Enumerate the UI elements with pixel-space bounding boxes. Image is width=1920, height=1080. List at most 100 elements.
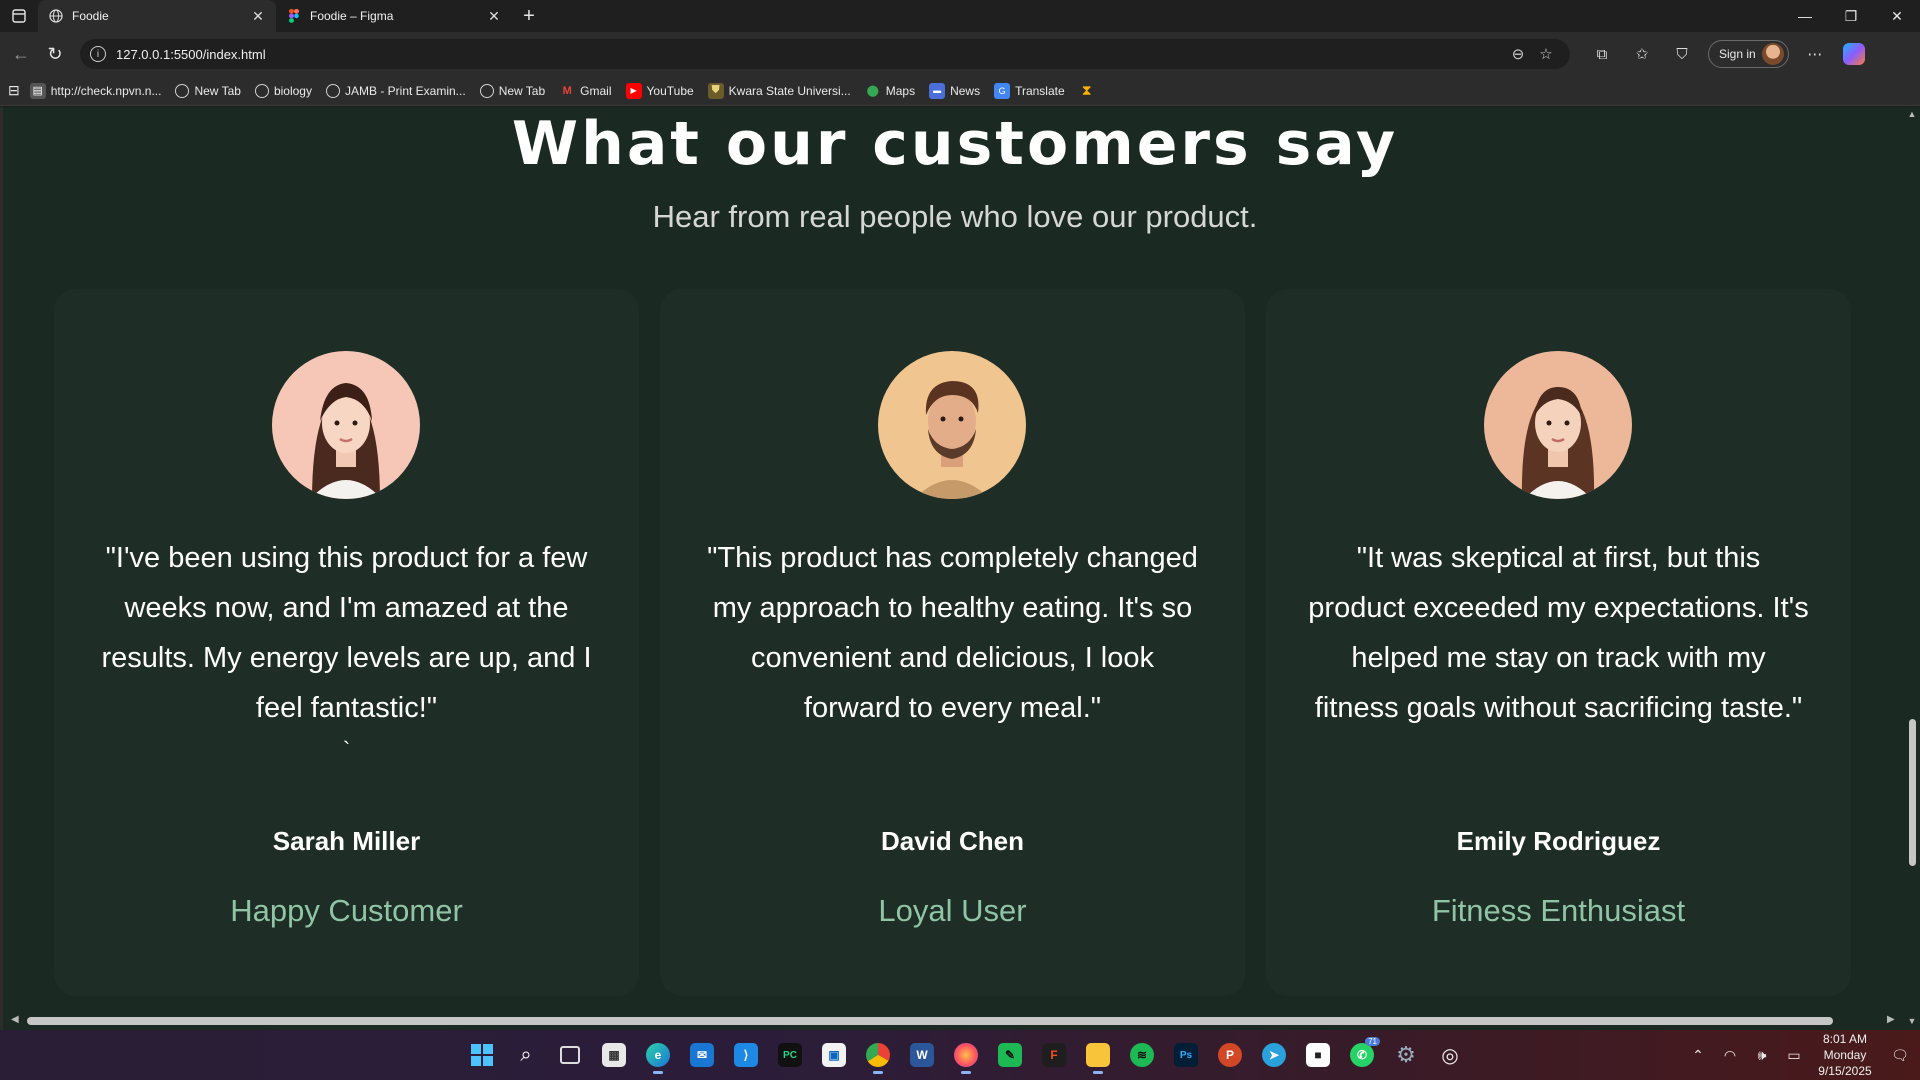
file-explorer-taskbar-app[interactable] bbox=[1076, 1035, 1120, 1075]
notification-center-icon[interactable]: 🗨 bbox=[1880, 1047, 1920, 1064]
testimonial-card: "I've been using this product for a few … bbox=[54, 289, 639, 996]
reader-icon[interactable]: ⊖ bbox=[1504, 45, 1532, 63]
bookmark-label: New Tab bbox=[498, 83, 546, 98]
powerpoint-taskbar-app[interactable]: P bbox=[1208, 1035, 1252, 1075]
horizontal-scroll-thumb[interactable] bbox=[27, 1017, 1833, 1025]
more-menu-icon[interactable]: ⋯ bbox=[1795, 45, 1835, 63]
store-taskbar-app[interactable]: ▣ bbox=[812, 1035, 856, 1075]
whatsapp-taskbar-app[interactable]: ✆ 71 bbox=[1340, 1035, 1384, 1075]
bookmark-item[interactable]: biology bbox=[254, 83, 312, 98]
customer-avatar bbox=[272, 351, 420, 499]
scroll-right-arrow-icon[interactable]: ▶ bbox=[1887, 1014, 1895, 1025]
bookmark-item[interactable]: M Gmail bbox=[559, 83, 612, 99]
battery-icon[interactable]: ▭ bbox=[1778, 1047, 1810, 1064]
scroll-left-arrow-icon[interactable]: ◀ bbox=[11, 1014, 19, 1025]
search-icon: ⌕ bbox=[520, 1043, 532, 1066]
horizontal-scrollbar[interactable]: ◀ ▶ bbox=[3, 1010, 1907, 1030]
refresh-button[interactable]: ↻ bbox=[38, 37, 72, 71]
globe-icon bbox=[48, 8, 64, 24]
scroll-down-arrow-icon[interactable]: ▼ bbox=[1907, 1016, 1917, 1026]
bookmark-item[interactable]: New Tab bbox=[175, 83, 241, 98]
bookmark-item[interactable]: ⬤ Maps bbox=[865, 83, 916, 99]
url-text: 127.0.0.1:5500/index.html bbox=[116, 46, 266, 62]
customer-role: Loyal User bbox=[878, 893, 1027, 928]
telegram-taskbar-app[interactable]: ➤ bbox=[1252, 1035, 1296, 1075]
section-subtitle: Hear from real people who love our produ… bbox=[652, 199, 1258, 234]
word-taskbar-app[interactable]: W bbox=[900, 1035, 944, 1075]
new-tab-button[interactable]: + bbox=[512, 0, 546, 32]
mail-taskbar-app[interactable]: ✉ bbox=[680, 1035, 724, 1075]
tab-foodie-figma[interactable]: Foodie – Figma ✕ bbox=[276, 0, 512, 32]
customer-avatar bbox=[878, 351, 1026, 499]
testimonial-quote: "It was skeptical at first, but this pro… bbox=[1308, 542, 1809, 724]
figma-icon: F bbox=[1042, 1043, 1066, 1067]
tab-foodie[interactable]: Foodie ✕ bbox=[38, 0, 276, 32]
back-button[interactable]: ← bbox=[4, 37, 38, 71]
notes-taskbar-app[interactable]: ✎ bbox=[988, 1035, 1032, 1075]
taskbar: ⌕ ▦ e ✉ ⟩ PC ▣ W ✎ F ≋ Ps P ➤ ■ ✆ 71 ⚙ ◎ … bbox=[0, 1030, 1920, 1080]
bookmark-item[interactable]: ▬ News bbox=[929, 82, 980, 99]
clock-day: Monday bbox=[1823, 1048, 1867, 1062]
spotify-icon: ≋ bbox=[1130, 1043, 1154, 1067]
search-button[interactable]: ⌕ bbox=[504, 1035, 548, 1075]
restore-button[interactable]: ❐ bbox=[1828, 0, 1874, 32]
bookmark-label: biology bbox=[273, 83, 312, 98]
vertical-scroll-thumb[interactable] bbox=[1909, 719, 1916, 866]
copilot-icon[interactable] bbox=[1842, 43, 1865, 65]
address-bar[interactable]: i 127.0.0.1:5500/index.html ⊖ ☆ bbox=[80, 39, 1570, 69]
task-view-button[interactable] bbox=[548, 1035, 592, 1075]
maps-pin-icon: ⬤ bbox=[866, 85, 879, 97]
edge-icon: e bbox=[646, 1043, 670, 1067]
browser-toolbar: ← ↻ i 127.0.0.1:5500/index.html ⊖ ☆ ⧉ ✩ … bbox=[0, 32, 1920, 76]
minimize-button[interactable]: — bbox=[1782, 0, 1828, 32]
vertical-scrollbar[interactable]: ▲ ▼ bbox=[1904, 107, 1920, 1030]
close-tab-icon[interactable]: ✕ bbox=[250, 8, 266, 25]
bookmark-item[interactable]: ⛊ Kwara State Universi... bbox=[707, 82, 851, 99]
scroll-up-arrow-icon[interactable]: ▲ bbox=[1907, 109, 1917, 119]
vscode-taskbar-app[interactable]: ⟩ bbox=[724, 1035, 768, 1075]
settings-taskbar-app[interactable]: ⚙ bbox=[1384, 1035, 1428, 1075]
tab-actions-button[interactable] bbox=[0, 0, 38, 32]
bookmark-item[interactable]: ▶ YouTube bbox=[625, 82, 694, 99]
widgets-icon: ▦ bbox=[602, 1043, 626, 1067]
close-tab-icon[interactable]: ✕ bbox=[486, 8, 502, 25]
sign-in-button[interactable]: Sign in bbox=[1708, 40, 1789, 68]
close-window-button[interactable]: ✕ bbox=[1874, 0, 1920, 32]
bookmark-item[interactable]: New Tab bbox=[479, 83, 546, 98]
task-view-icon bbox=[560, 1046, 580, 1064]
volume-icon[interactable]: 🕪 bbox=[1746, 1047, 1778, 1064]
bookmark-item[interactable]: G Translate bbox=[994, 82, 1065, 99]
widgets-button[interactable]: ▦ bbox=[592, 1035, 636, 1075]
pycharm-taskbar-app[interactable]: PC bbox=[768, 1035, 812, 1075]
favorites-icon[interactable]: ✩ bbox=[1622, 45, 1662, 63]
bookmark-item[interactable]: JAMB - Print Examin... bbox=[325, 83, 466, 98]
chevron-up-icon[interactable]: ⌃ bbox=[1682, 1047, 1714, 1064]
terminal-taskbar-app[interactable]: ■ bbox=[1296, 1035, 1340, 1075]
browser-essentials-icon[interactable]: ⛉ bbox=[1662, 46, 1702, 63]
customer-name: Sarah Miller bbox=[272, 826, 421, 856]
ring-taskbar-app[interactable]: ◎ bbox=[1428, 1035, 1472, 1075]
word-icon: W bbox=[910, 1043, 934, 1067]
bookmark-label: http://check.npvn.n... bbox=[50, 83, 162, 98]
bookmark-item[interactable]: ⧗ bbox=[1079, 82, 1100, 99]
network-icon[interactable]: ◠ bbox=[1714, 1047, 1746, 1064]
photoshop-taskbar-app[interactable]: Ps bbox=[1164, 1035, 1208, 1075]
site-info-icon[interactable]: i bbox=[90, 46, 106, 62]
figma-taskbar-app[interactable]: F bbox=[1032, 1035, 1076, 1075]
firefox-taskbar-app[interactable] bbox=[944, 1035, 988, 1075]
clock[interactable]: 8:01 AM Monday 9/15/2025 bbox=[1810, 1031, 1880, 1079]
bookmarks-menu-icon[interactable]: ⊟ bbox=[8, 82, 20, 99]
start-button[interactable] bbox=[460, 1035, 504, 1075]
section-title: What our customers say bbox=[511, 109, 1399, 179]
favorite-star-icon[interactable]: ☆ bbox=[1532, 45, 1560, 63]
tab-title: Foodie bbox=[72, 9, 109, 23]
bookmark-label: New Tab bbox=[194, 83, 241, 98]
ring-icon: ◎ bbox=[1441, 1044, 1459, 1067]
edge-taskbar-app[interactable]: e bbox=[636, 1035, 680, 1075]
bookmark-item[interactable]: ▤ http://check.npvn.n... bbox=[29, 82, 162, 99]
translate-icon: G bbox=[994, 82, 1011, 99]
spotify-taskbar-app[interactable]: ≋ bbox=[1120, 1035, 1164, 1075]
chrome-taskbar-app[interactable] bbox=[856, 1035, 900, 1075]
extensions-icon[interactable]: ⧉ bbox=[1582, 46, 1622, 63]
tab-actions-icon bbox=[12, 9, 26, 23]
